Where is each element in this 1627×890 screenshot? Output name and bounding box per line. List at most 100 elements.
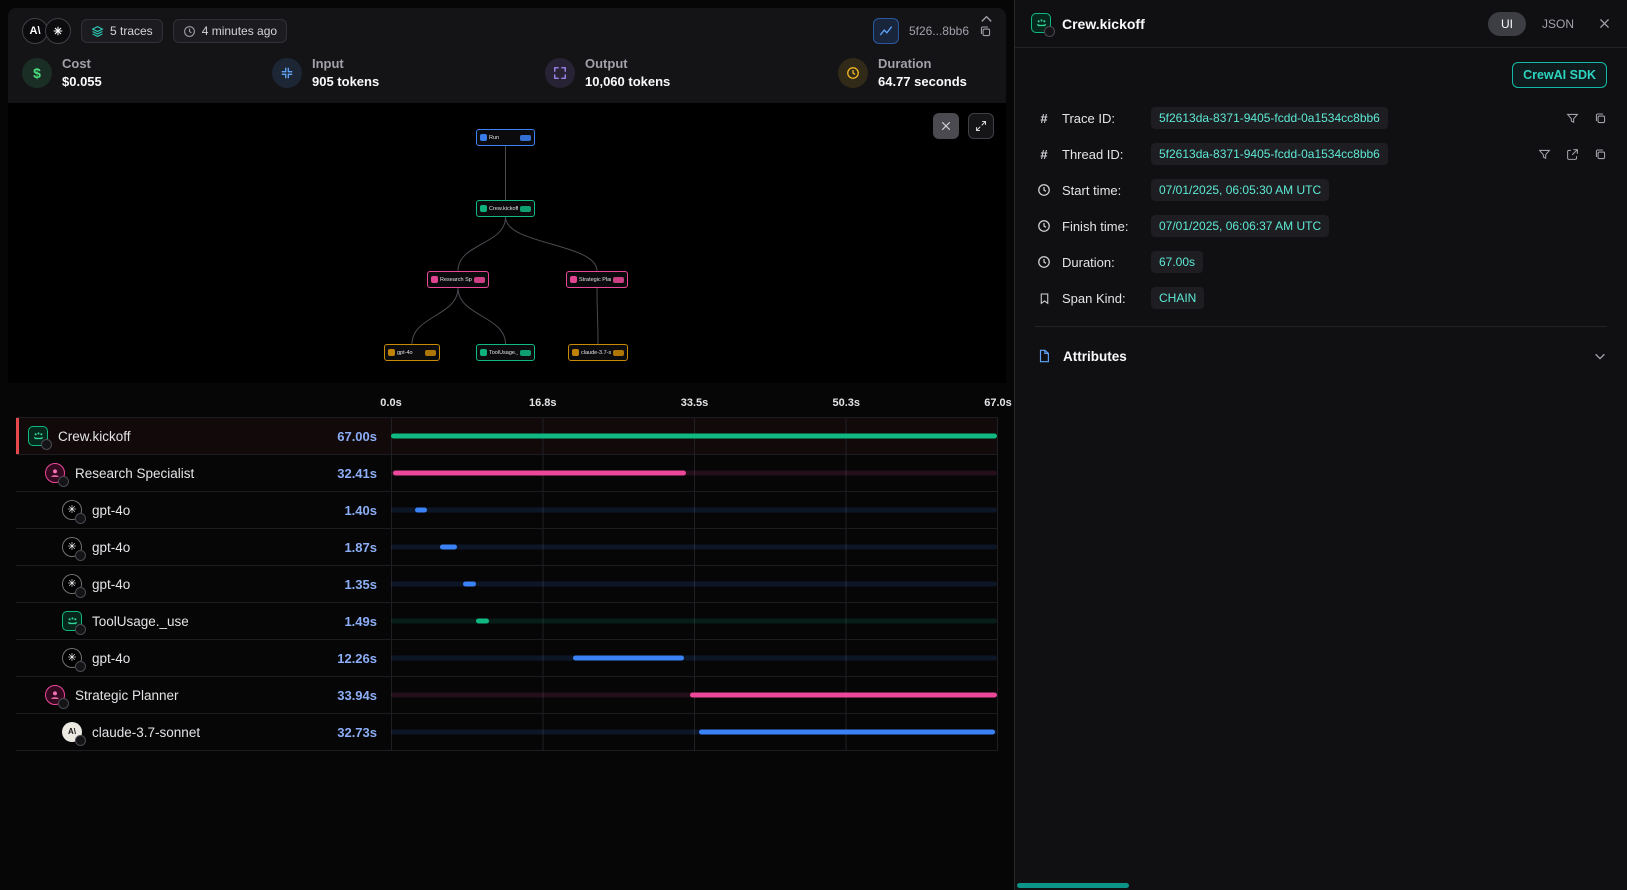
trace-id-short: 5f26...8bb6 [909, 24, 969, 38]
stat-label: Output [585, 56, 670, 71]
copy-icon[interactable] [1594, 112, 1607, 125]
axis-tick: 67.0s [984, 397, 1012, 409]
sidebar-close-icon[interactable] [1598, 17, 1611, 30]
span-bar[interactable] [476, 619, 489, 624]
graph-node-crew[interactable]: Crew.kickoff [476, 200, 535, 217]
node-badge [613, 277, 624, 283]
hash-icon: # [1035, 111, 1053, 126]
span-duration: 67.00s [337, 429, 391, 444]
openai-icon[interactable]: ✳ [45, 18, 71, 44]
graph-expand-icon[interactable] [968, 113, 994, 139]
tab-json[interactable]: JSON [1542, 17, 1574, 31]
graph-node-claude[interactable]: claude-3.7-sonnet [568, 344, 628, 361]
openai-icon: ✳ [62, 500, 83, 521]
node-label: ToolUsage._use [489, 350, 518, 356]
span-duration: 32.73s [337, 725, 391, 740]
span-bar[interactable] [463, 582, 475, 587]
graph-node-run[interactable]: Run [476, 129, 535, 146]
attributes-section-toggle[interactable]: Attributes [1035, 337, 1607, 375]
openai-icon: ✳ [62, 574, 83, 595]
sdk-badge: CrewAI SDK [1512, 62, 1607, 88]
timeline-row[interactable]: Research Specialist32.41s [16, 454, 998, 491]
details-sidebar: Crew.kickoff UI JSON CrewAI SDK #Trace I… [1015, 0, 1627, 890]
graph-node-gpt[interactable]: gpt-4o [384, 344, 440, 361]
details-list: #Trace ID:5f2613da-8371-9405-fcdd-0a1534… [1035, 100, 1607, 316]
timeline-row[interactable]: Strategic Planner33.94s [16, 676, 998, 713]
span-bar[interactable] [699, 730, 995, 735]
traces-count-badge[interactable]: 5 traces [81, 19, 163, 43]
node-label: Research Specialist [440, 277, 472, 283]
time-ago-badge[interactable]: 4 minutes ago [173, 19, 287, 43]
span-bar[interactable] [440, 545, 457, 550]
span-bar[interactable] [573, 656, 684, 661]
graph-node-research[interactable]: Research Specialist [427, 271, 489, 288]
filter-icon[interactable] [1538, 148, 1551, 161]
detail-label: Span Kind: [1062, 291, 1142, 306]
span-bar[interactable] [393, 471, 686, 476]
copy-icon[interactable] [1594, 148, 1607, 161]
span-bar-track [391, 656, 997, 661]
chevron-down-icon[interactable] [1593, 349, 1607, 363]
detail-row: Span Kind:CHAIN [1035, 280, 1607, 316]
span-duration: 32.41s [337, 466, 391, 481]
span-name: gpt-4o [92, 503, 130, 518]
span-bar-track [391, 508, 997, 513]
timeline-row[interactable]: A\claude-3.7-sonnet32.73s [16, 713, 998, 750]
clock-icon [1035, 255, 1053, 269]
span-bar-lane [391, 455, 998, 491]
agent-icon [45, 463, 66, 484]
sidebar-span-icon-slot [1031, 13, 1052, 35]
node-label: gpt-4o [397, 350, 423, 356]
timeline-row[interactable]: ✳gpt-4o12.26s [16, 639, 998, 676]
timeline-row[interactable]: ToolUsage._use1.49s [16, 602, 998, 639]
graph-close-icon[interactable] [933, 113, 959, 139]
metrics-button[interactable] [873, 18, 899, 44]
span-name-cell: ✳gpt-4o1.35s [16, 566, 391, 602]
span-name-cell: ✳gpt-4o12.26s [16, 640, 391, 676]
agent-icon [45, 685, 66, 706]
span-name: gpt-4o [92, 540, 130, 555]
graph-node-strategic[interactable]: Strategic Planner [566, 271, 628, 288]
node-badge [520, 135, 531, 141]
detail-value: 5f2613da-8371-9405-fcdd-0a1534cc8bb6 [1151, 107, 1388, 129]
provider-icons: A\ ✳ [22, 18, 71, 44]
span-bar[interactable] [415, 508, 428, 513]
arrowsOut-icon [545, 58, 575, 88]
external-icon[interactable] [1566, 148, 1579, 161]
timeline-row[interactable]: ✳gpt-4o1.40s [16, 491, 998, 528]
arrowsIn-icon [272, 58, 302, 88]
span-name: gpt-4o [92, 651, 130, 666]
span-bar-lane [391, 529, 998, 565]
node-badge [474, 277, 485, 283]
detail-value: 07/01/2025, 06:06:37 AM UTC [1151, 215, 1329, 237]
timeline-row[interactable]: Crew.kickoff67.00s [16, 417, 998, 454]
span-name: Strategic Planner [75, 688, 179, 703]
stat-duration: Duration64.77 seconds [838, 56, 967, 89]
timeline-row[interactable]: ✳gpt-4o1.87s [16, 528, 998, 565]
stat-value: 905 tokens [312, 74, 379, 89]
stat-input: Input905 tokens [272, 56, 545, 89]
node-badge [520, 206, 531, 212]
timeline-row[interactable]: ✳gpt-4o1.35s [16, 565, 998, 602]
span-name-cell: Crew.kickoff67.00s [16, 418, 391, 454]
span-duration: 1.49s [344, 614, 391, 629]
horizontal-scrollbar-thumb[interactable] [1017, 883, 1129, 888]
filter-icon[interactable] [1566, 112, 1579, 125]
span-name: gpt-4o [92, 577, 130, 592]
clock-icon [838, 58, 868, 88]
span-bar[interactable] [690, 693, 997, 698]
span-bar-lane [391, 677, 998, 713]
sidebar-title: Crew.kickoff [1062, 16, 1145, 32]
stats-row: $Cost$0.055Input905 tokensOutput10,060 t… [8, 50, 1006, 103]
node-badge [425, 350, 436, 356]
axis-tick: 33.5s [681, 397, 709, 409]
detail-row: #Trace ID:5f2613da-8371-9405-fcdd-0a1534… [1035, 100, 1607, 136]
graph-node-tool[interactable]: ToolUsage._use [476, 344, 535, 361]
tab-ui[interactable]: UI [1488, 12, 1526, 36]
span-bar[interactable] [391, 434, 997, 439]
collapse-chevron-up-icon[interactable] [979, 12, 994, 27]
span-name-cell: ✳gpt-4o1.40s [16, 492, 391, 528]
trace-header: A\ ✳ 5 traces 4 minutes ago 5f26...8bb6 [8, 8, 1006, 50]
node-icon [480, 205, 487, 212]
timeline-axis: 0.0s16.8s33.5s50.3s67.0s [391, 395, 998, 417]
